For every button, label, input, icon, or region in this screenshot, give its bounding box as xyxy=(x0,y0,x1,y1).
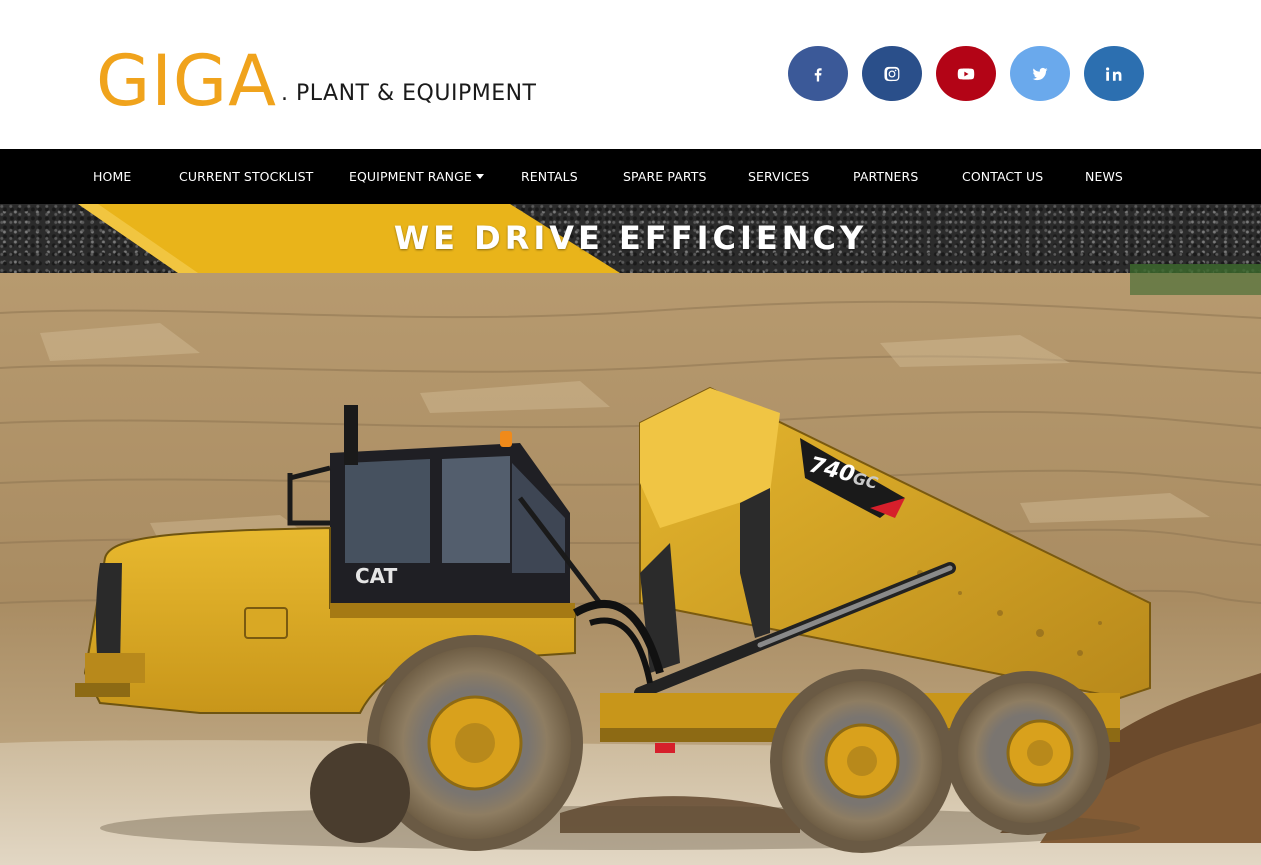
facebook-icon xyxy=(814,67,822,81)
front-rear-wheel xyxy=(310,743,410,843)
twitter-button[interactable] xyxy=(1010,46,1070,101)
instagram-button[interactable] xyxy=(862,46,922,101)
youtube-button[interactable] xyxy=(936,46,996,101)
truck-brand-label: CAT xyxy=(355,564,398,588)
logo-name: GIGA xyxy=(96,40,278,122)
tagline-text: WE DRIVE EFFICIENCY xyxy=(393,219,868,257)
nav-item-spare-parts[interactable]: SPARE PARTS xyxy=(623,149,707,204)
instagram-icon xyxy=(884,66,900,81)
linkedin-button[interactable] xyxy=(1084,46,1144,101)
twitter-icon xyxy=(1032,67,1048,80)
hero-image: 740 GC CAT xyxy=(0,273,1261,865)
youtube-icon xyxy=(957,68,975,79)
nav-item-equipment-range[interactable]: EQUIPMENT RANGE xyxy=(349,149,484,204)
nav-item-equipment-range-label: EQUIPMENT RANGE xyxy=(349,169,472,184)
nav-item-partners[interactable]: PARTNERS xyxy=(853,149,918,204)
nav-item-contact-us[interactable]: CONTACT US xyxy=(962,149,1043,204)
nav-item-current-stocklist[interactable]: CURRENT STOCKLIST xyxy=(179,149,313,204)
nav-item-home[interactable]: HOME xyxy=(93,149,131,204)
logo-subtitle: . PLANT & EQUIPMENT xyxy=(281,81,537,106)
caret-down-icon xyxy=(475,174,484,179)
nav-item-news[interactable]: NEWS xyxy=(1085,149,1123,204)
linkedin-icon xyxy=(1106,66,1122,81)
rear-wheel-1 xyxy=(770,669,954,853)
facebook-button[interactable] xyxy=(788,46,848,101)
rear-wheel-2 xyxy=(946,671,1110,835)
nav-item-services[interactable]: SERVICES xyxy=(748,149,809,204)
main-nav: HOME CURRENT STOCKLIST EQUIPMENT RANGE R… xyxy=(0,149,1261,204)
nav-item-rentals[interactable]: RENTALS xyxy=(521,149,578,204)
dump-truck-illustration: 740 GC CAT xyxy=(0,273,1261,865)
site-header: GIGA . PLANT & EQUIPMENT xyxy=(0,0,1261,149)
tagline-banner: WE DRIVE EFFICIENCY xyxy=(0,204,1261,273)
site-logo[interactable]: GIGA . PLANT & EQUIPMENT xyxy=(96,36,536,116)
